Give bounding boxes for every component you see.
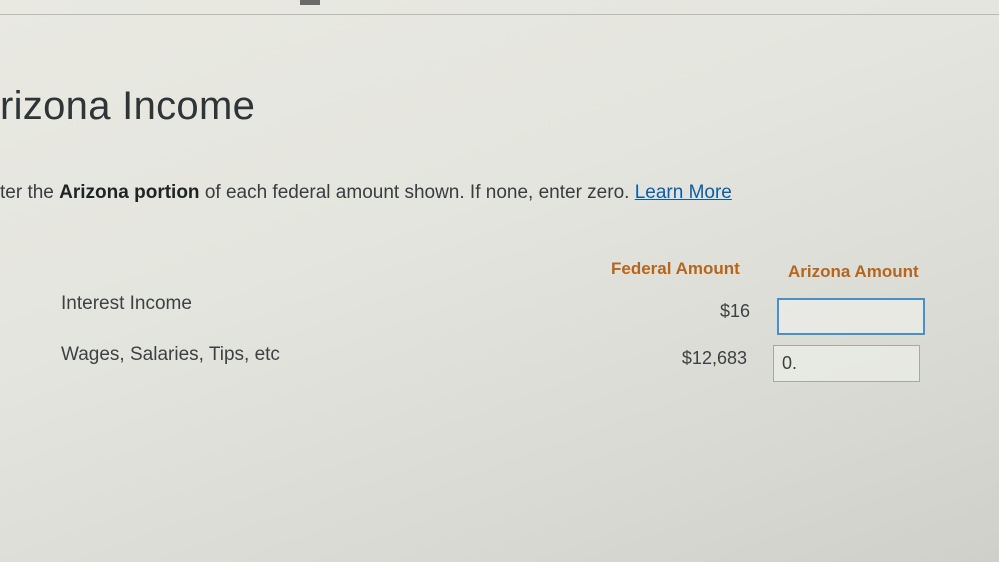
page-title: rizona Income [0, 84, 256, 128]
instruction-bold: Arizona portion [59, 182, 200, 203]
interest-income-label: Interest Income [61, 293, 192, 314]
learn-more-link[interactable]: Learn More [635, 182, 732, 203]
instruction-prefix: ter the [0, 182, 60, 203]
wages-label: Wages, Salaries, Tips, etc [61, 344, 280, 365]
wages-federal-amount: $12,683 [681, 348, 747, 368]
header-divider [0, 14, 999, 15]
interest-income-arizona-input[interactable] [777, 298, 925, 335]
instruction-text: ter the Arizona portion of each federal … [0, 182, 732, 204]
instruction-suffix: of each federal amount shown. If none, e… [199, 182, 635, 203]
wages-arizona-input[interactable] [773, 345, 920, 382]
federal-amount-header: Federal Amount [611, 259, 740, 278]
top-edge-element [300, 0, 320, 5]
interest-income-federal-amount: $16 [719, 301, 750, 321]
arizona-amount-header: Arizona Amount [788, 262, 919, 281]
